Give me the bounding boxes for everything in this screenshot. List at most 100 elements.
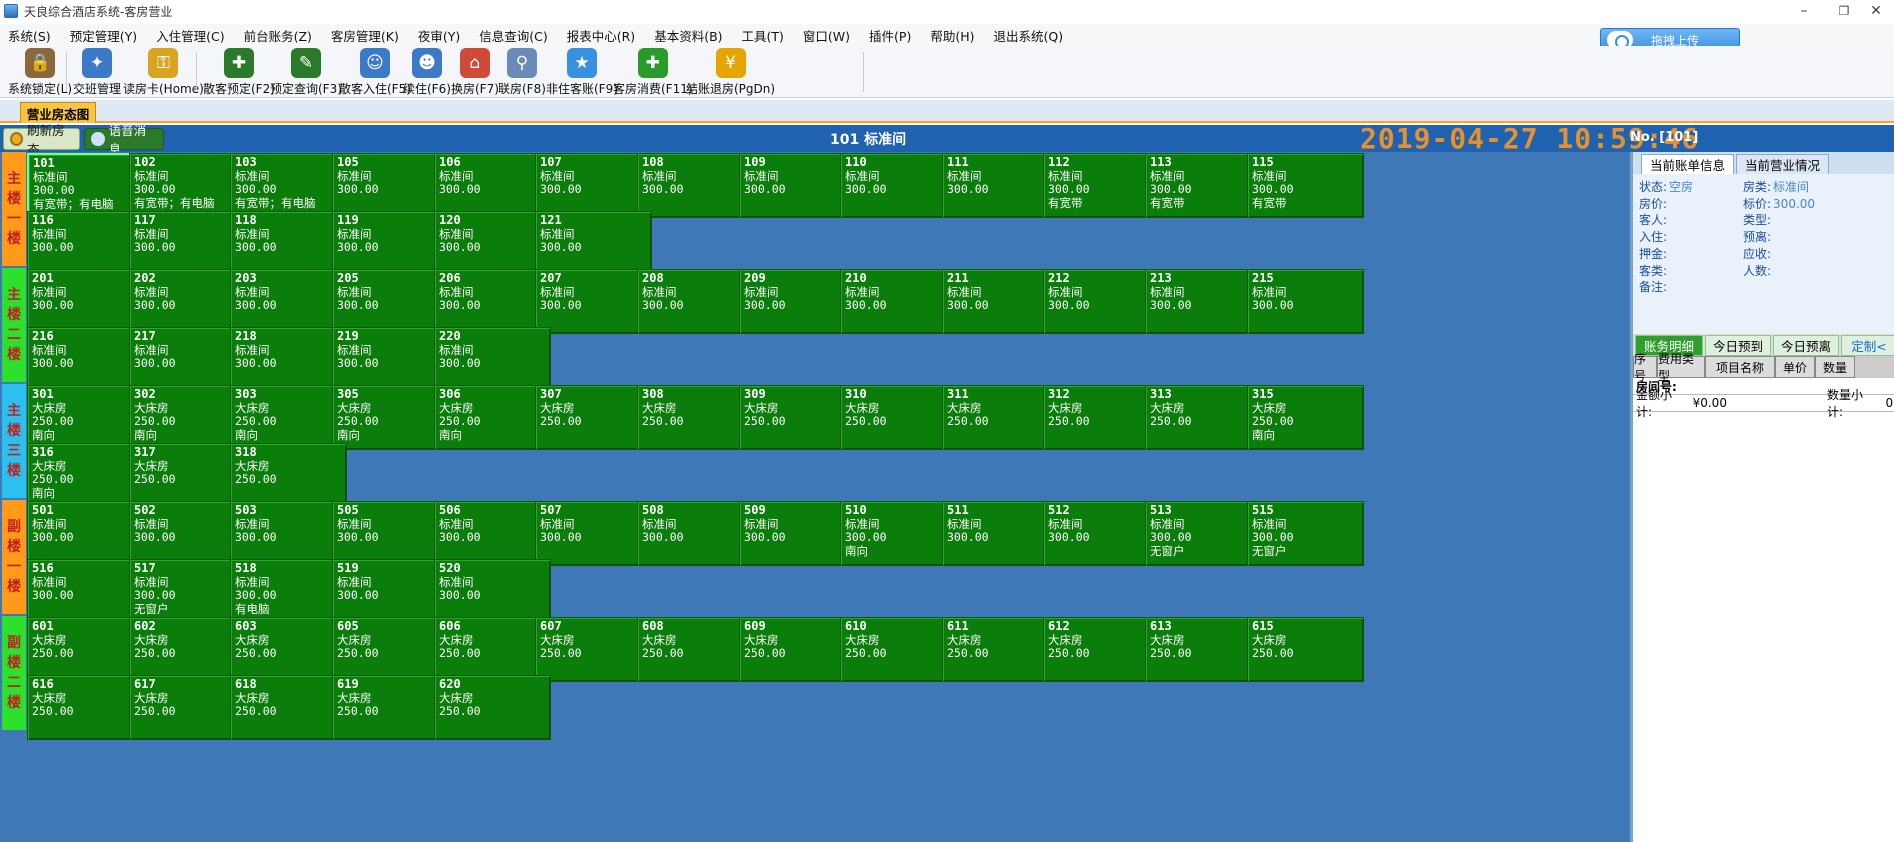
room-card[interactable]: 307 大床房 250.00 [535,385,652,450]
room-card[interactable]: 602 大床房 250.00 [129,617,246,682]
room-card[interactable]: 503 标准间 300.00 [230,501,347,566]
room-card[interactable]: 102 标准间 300.00 有宽带；有电脑 [129,153,246,218]
menu-item-7[interactable]: 报表中心(R) [567,26,635,45]
room-card[interactable]: 313 大床房 250.00 [1145,385,1262,450]
tab-departures-today[interactable]: 今日预离 [1773,335,1839,356]
room-card[interactable]: 518 标准间 300.00 有电脑 [230,559,347,624]
room-card[interactable]: 620 大床房 250.00 [434,675,551,740]
menu-item-8[interactable]: 基本资料(B) [654,26,722,45]
toolbar-button-5[interactable]: ☺ 散客入住(F5) [339,48,411,98]
room-card[interactable]: 317 大床房 250.00 [129,443,246,508]
room-card[interactable]: 108 标准间 300.00 [637,153,754,218]
room-card[interactable]: 120 标准间 300.00 [434,211,551,276]
room-card[interactable]: 507 标准间 300.00 [535,501,652,566]
room-card[interactable]: 109 标准间 300.00 [739,153,856,218]
room-card[interactable]: 105 标准间 300.00 [332,153,449,218]
room-card[interactable]: 217 标准间 300.00 [129,327,246,392]
tab-business-status[interactable]: 当前营业情况 [1736,154,1830,174]
toolbar-button-0[interactable]: 🔒 系统锁定(L) [8,48,72,98]
room-card[interactable]: 302 大床房 250.00 南向 [129,385,246,450]
room-card[interactable]: 117 标准间 300.00 [129,211,246,276]
room-card[interactable]: 201 标准间 300.00 [27,269,144,334]
toolbar-button-9[interactable]: ★ 非住客账(F9) [546,48,618,98]
room-card[interactable]: 617 大床房 250.00 [129,675,246,740]
room-card[interactable]: 306 大床房 250.00 南向 [434,385,551,450]
column-header[interactable]: 序号 [1633,352,1657,383]
room-card[interactable]: 315 大床房 250.00 南向 [1247,385,1364,450]
room-card[interactable]: 517 标准间 300.00 无窗户 [129,559,246,624]
tab-current-bill[interactable]: 当前账单信息 [1641,154,1735,174]
room-card[interactable]: 202 标准间 300.00 [129,269,246,334]
menu-item-9[interactable]: 工具(T) [742,26,784,45]
room-card[interactable]: 520 标准间 300.00 [434,559,551,624]
room-card[interactable]: 607 大床房 250.00 [535,617,652,682]
room-card[interactable]: 113 标准间 300.00 有宽带 [1145,153,1262,218]
column-header[interactable]: 项目名称 [1705,356,1775,378]
room-card[interactable]: 210 标准间 300.00 [840,269,957,334]
room-card[interactable]: 610 大床房 250.00 [840,617,957,682]
room-card[interactable]: 209 标准间 300.00 [739,269,856,334]
menu-item-5[interactable]: 夜审(Y) [418,26,460,45]
room-card[interactable]: 220 标准间 300.00 [434,327,551,392]
room-card[interactable]: 312 大床房 250.00 [1043,385,1160,450]
room-card[interactable]: 208 标准间 300.00 [637,269,754,334]
room-card[interactable]: 505 标准间 300.00 [332,501,449,566]
room-card[interactable]: 510 标准间 300.00 南向 [840,501,957,566]
room-card[interactable]: 605 大床房 250.00 [332,617,449,682]
room-card[interactable]: 111 标准间 300.00 [942,153,1059,218]
room-card[interactable]: 110 标准间 300.00 [840,153,957,218]
minimize-button[interactable]: – [1784,0,1824,22]
room-card[interactable]: 601 大床房 250.00 [27,617,144,682]
room-card[interactable]: 211 标准间 300.00 [942,269,1059,334]
room-card[interactable]: 509 标准间 300.00 [739,501,856,566]
toolbar-button-8[interactable]: ⚲ 联房(F8) [498,48,546,98]
room-card[interactable]: 318 大床房 250.00 [230,443,347,508]
room-card[interactable]: 516 标准间 300.00 [27,559,144,624]
room-card[interactable]: 618 大床房 250.00 [230,675,347,740]
room-card[interactable]: 616 大床房 250.00 [27,675,144,740]
menu-item-13[interactable]: 退出系统(Q) [994,26,1064,45]
room-card[interactable]: 310 大床房 250.00 [840,385,957,450]
menu-item-0[interactable]: 系统(S) [8,26,51,45]
room-card[interactable]: 615 大床房 250.00 [1247,617,1364,682]
menu-item-1[interactable]: 预定管理(Y) [70,26,137,45]
room-card[interactable]: 606 大床房 250.00 [434,617,551,682]
room-card[interactable]: 611 大床房 250.00 [942,617,1059,682]
room-card[interactable]: 301 大床房 250.00 南向 [27,385,144,450]
room-card[interactable]: 609 大床房 250.00 [739,617,856,682]
room-card[interactable]: 305 大床房 250.00 南向 [332,385,449,450]
toolbar-button-3[interactable]: ✚ 散客预定(F2) [203,48,275,98]
menu-item-11[interactable]: 插件(P) [869,26,911,45]
close-button[interactable]: ✕ [1858,0,1894,22]
room-card[interactable]: 215 标准间 300.00 [1247,269,1364,334]
room-card[interactable]: 619 大床房 250.00 [332,675,449,740]
room-card[interactable]: 512 标准间 300.00 [1043,501,1160,566]
room-card[interactable]: 115 标准间 300.00 有宽带 [1247,153,1364,218]
room-card[interactable]: 121 标准间 300.00 [535,211,652,276]
toolbar-button-11[interactable]: ¥ 结账退房(PgDn) [686,48,775,98]
voice-message-button[interactable]: 语音消息 [84,123,164,157]
room-card[interactable]: 613 大床房 250.00 [1145,617,1262,682]
tab-arrivals-today[interactable]: 今日预到 [1705,335,1771,356]
toolbar-button-4[interactable]: ✎ 预定查询(F3) [270,48,342,98]
room-card[interactable]: 106 标准间 300.00 [434,153,551,218]
toolbar-button-1[interactable]: ✦ 交班管理 [73,48,121,98]
room-card[interactable]: 213 标准间 300.00 [1145,269,1262,334]
column-header[interactable]: 单价 [1775,356,1815,378]
room-card[interactable]: 309 大床房 250.00 [739,385,856,450]
room-card[interactable]: 513 标准间 300.00 无窗户 [1145,501,1262,566]
menu-item-3[interactable]: 前台账务(Z) [244,26,312,45]
room-card[interactable]: 311 大床房 250.00 [942,385,1059,450]
room-card[interactable]: 118 标准间 300.00 [230,211,347,276]
menu-item-4[interactable]: 客房管理(K) [331,26,399,45]
tab-custom[interactable]: 定制< [1841,335,1894,356]
room-card[interactable]: 303 大床房 250.00 南向 [230,385,347,450]
toolbar-button-7[interactable]: ⌂ 换房(F7) [451,48,499,98]
room-card[interactable]: 207 标准间 300.00 [535,269,652,334]
room-card[interactable]: 603 大床房 250.00 [230,617,347,682]
refresh-room-status-button[interactable]: 刷新房态 [3,123,80,157]
room-card[interactable]: 219 标准间 300.00 [332,327,449,392]
toolbar-button-6[interactable]: ☻ 续住(F6) [403,48,451,98]
room-card[interactable]: 116 标准间 300.00 [27,211,144,276]
column-header[interactable]: 费用类型 [1657,352,1705,383]
